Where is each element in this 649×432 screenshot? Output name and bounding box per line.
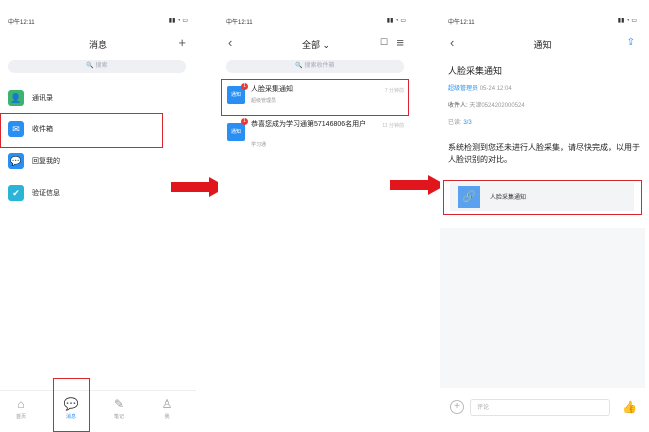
notice-detail-screen: 中午12:11 ▮▮ ◔ ▭ ‹ 通知 ⇪ 人脸采集通知 超级管理员 05-24…	[440, 0, 645, 432]
tab-label: 我	[164, 414, 170, 420]
nav-bar: 消息 +	[0, 36, 196, 52]
profile-icon: ♙	[161, 397, 173, 411]
status-bar: 中午12:11 ▮▮ ◔ ▭	[8, 17, 188, 27]
search-input[interactable]: 🔍 搜索	[8, 60, 186, 73]
arrow-shaft	[390, 180, 430, 190]
contacts-icon: 👤	[8, 90, 24, 106]
message-time: 11 分钟前	[382, 123, 404, 129]
status-icons: ▮▮ ◔ ▭	[386, 18, 406, 24]
recipient-line: 收件人: 天津0524202000524	[448, 100, 525, 109]
read-label: 已读:	[448, 120, 462, 126]
status-bar: 中午12:11 ▮▮ ◔ ▭	[226, 17, 406, 27]
arrow-shaft	[171, 182, 211, 192]
status-icons: ▮▮ ◔ ▭	[168, 18, 188, 24]
menu-item-label: 验证信息	[32, 190, 60, 197]
tab-bar: ⌂ 首页 💬 消息 ✎ 笔记 ♙ 我	[0, 390, 196, 432]
menu-item-label: 通讯录	[32, 95, 53, 102]
page-title: 消息	[88, 40, 107, 50]
message-sender: 学习通	[251, 142, 267, 148]
comment-bar: + 评论 👍	[440, 398, 645, 418]
home-icon: ⌂	[17, 397, 25, 411]
read-count[interactable]: 3/3	[463, 120, 471, 126]
inbox-screen: 中午12:11 ▮▮ ◔ ▭ ‹ 全部 ⌄ ☐ ≡ 🔍 搜索收件箱 通知 1 人…	[218, 0, 414, 432]
status-time: 中午12:11	[226, 20, 253, 26]
tab-notes[interactable]: ✎ 笔记	[104, 397, 134, 420]
status-bar: 中午12:11 ▮▮ ◔ ▭	[448, 17, 637, 27]
tab-profile[interactable]: ♙ 我	[152, 397, 182, 420]
reply-icon: 💬	[8, 153, 24, 169]
verify-icon: ✔	[8, 185, 24, 201]
highlight-box-message	[221, 79, 409, 116]
edit-icon[interactable]: ☐	[380, 37, 388, 48]
sender-name[interactable]: 超级管理员	[448, 86, 478, 92]
menu-item-verification[interactable]: ✔ 验证信息	[8, 183, 158, 203]
like-icon[interactable]: 👍	[622, 400, 637, 414]
notice-avatar: 通知	[227, 123, 245, 141]
sent-time: 05-24 12:04	[479, 86, 512, 92]
menu-item-replies[interactable]: 💬 回复我的	[8, 151, 158, 171]
share-icon[interactable]: ⇪	[627, 36, 635, 50]
comment-input[interactable]: 评论	[470, 399, 610, 416]
note-icon: ✎	[113, 397, 125, 411]
unread-badge: 1	[241, 118, 248, 125]
plus-icon[interactable]: +	[450, 400, 464, 414]
page-title: 通知	[533, 40, 552, 50]
search-input[interactable]: 🔍 搜索收件箱	[226, 60, 404, 73]
notice-body: 系统检测到您还未进行人脸采集，请尽快完成，以用于人脸识别的对比。	[448, 143, 640, 164]
menu-item-contacts[interactable]: 👤 通讯录	[8, 88, 158, 108]
read-line: 已读: 3/3	[448, 117, 472, 126]
sender-line: 超级管理员 05-24 12:04	[448, 83, 512, 92]
nav-bar: ‹ 全部 ⌄ ☐ ≡	[218, 36, 414, 52]
notice-title: 人脸采集通知	[448, 66, 503, 76]
recipient-value: 天津0524202000524	[469, 103, 525, 109]
highlight-box-attachment	[443, 180, 642, 215]
recipient-label: 收件人:	[448, 103, 468, 109]
highlight-box-inbox	[0, 113, 163, 148]
status-icons: ▮▮ ◔ ▭	[617, 18, 637, 24]
list-item[interactable]: 通知 1 恭喜您成为学习通第57146806名用户 学习通 11 分钟前	[224, 117, 408, 151]
status-time: 中午12:11	[448, 20, 475, 26]
menu-item-label: 回复我的	[32, 158, 60, 165]
comment-area	[440, 228, 645, 388]
tab-label: 首页	[15, 414, 26, 420]
add-icon[interactable]: +	[178, 36, 186, 50]
menu-icon[interactable]: ≡	[396, 36, 404, 50]
messages-screen: 中午12:11 ▮▮ ◔ ▭ 消息 + 🔍 搜索 👤 通讯录 ✉ 收件箱 💬 回…	[0, 0, 196, 432]
status-time: 中午12:11	[8, 20, 35, 26]
highlight-box-message-tab	[53, 378, 90, 432]
tab-label: 笔记	[113, 414, 124, 420]
tab-home[interactable]: ⌂ 首页	[6, 397, 36, 420]
nav-bar: ‹ 通知 ⇪	[440, 36, 645, 52]
message-title: 恭喜您成为学习通第57146806名用户	[251, 121, 367, 128]
